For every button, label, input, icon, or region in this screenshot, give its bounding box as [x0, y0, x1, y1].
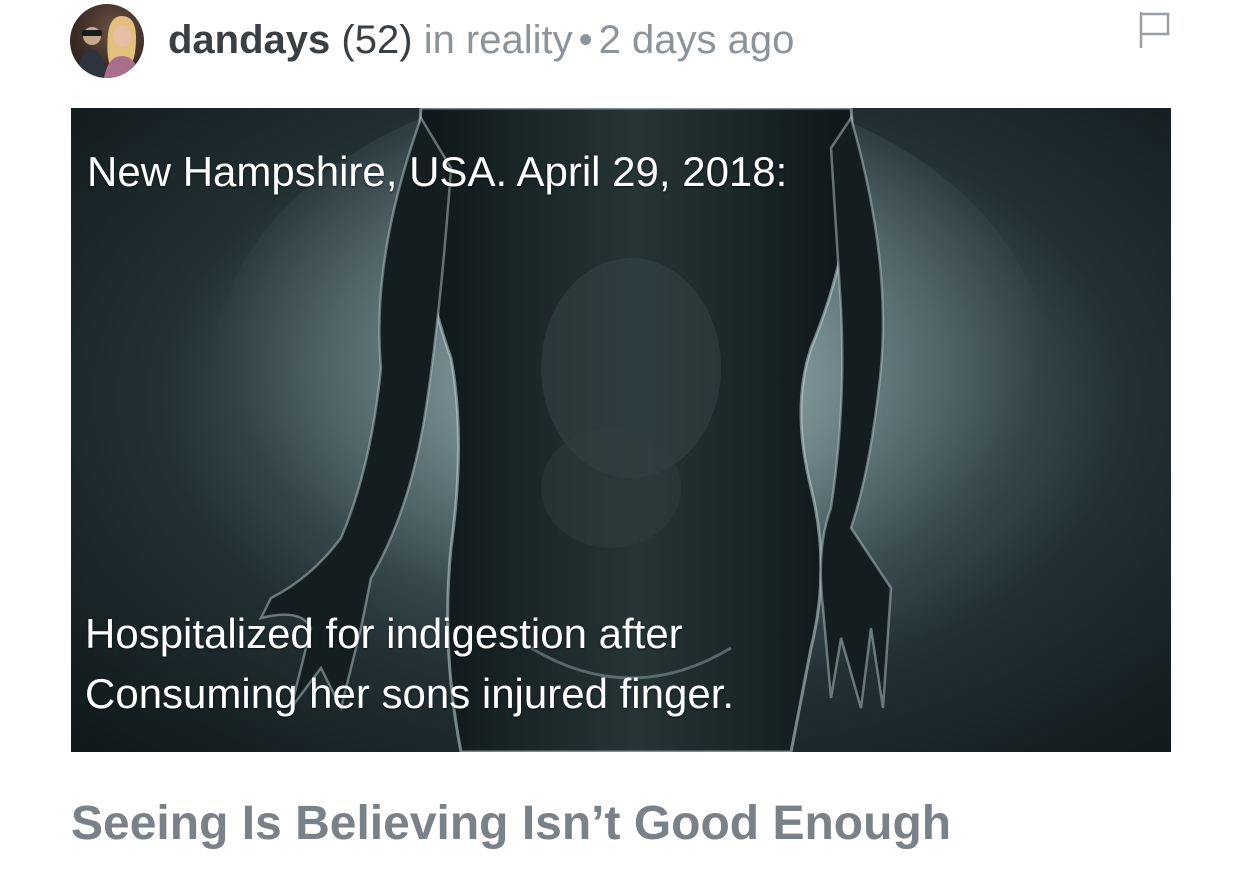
avatar-photo-icon	[76, 16, 140, 78]
meta-separator: •	[578, 18, 593, 62]
community-link[interactable]: in reality	[424, 18, 573, 62]
image-caption-top: New Hampshire, USA. April 29, 2018:	[87, 148, 788, 195]
reputation-count: (52)	[341, 18, 413, 62]
post-header: dandays (52) in reality • 2 days ago	[0, 0, 1242, 96]
post-meta: dandays (52) in reality • 2 days ago	[168, 18, 794, 62]
user-avatar[interactable]	[70, 4, 144, 78]
post-image[interactable]: New Hampshire, USA. April 29, 2018: Hosp…	[71, 108, 1171, 752]
post-title[interactable]: Seeing Is Believing Isn’t Good Enough	[71, 796, 951, 852]
image-caption-line: Hospitalized for indigestion after	[85, 610, 683, 657]
username-link[interactable]: dandays	[168, 18, 330, 62]
post-timestamp: 2 days ago	[598, 18, 795, 62]
image-caption-bottom: Hospitalized for indigestion after Consu…	[85, 604, 734, 724]
image-caption-line: Consuming her sons injured finger.	[85, 670, 735, 717]
flag-icon[interactable]	[1138, 10, 1172, 50]
